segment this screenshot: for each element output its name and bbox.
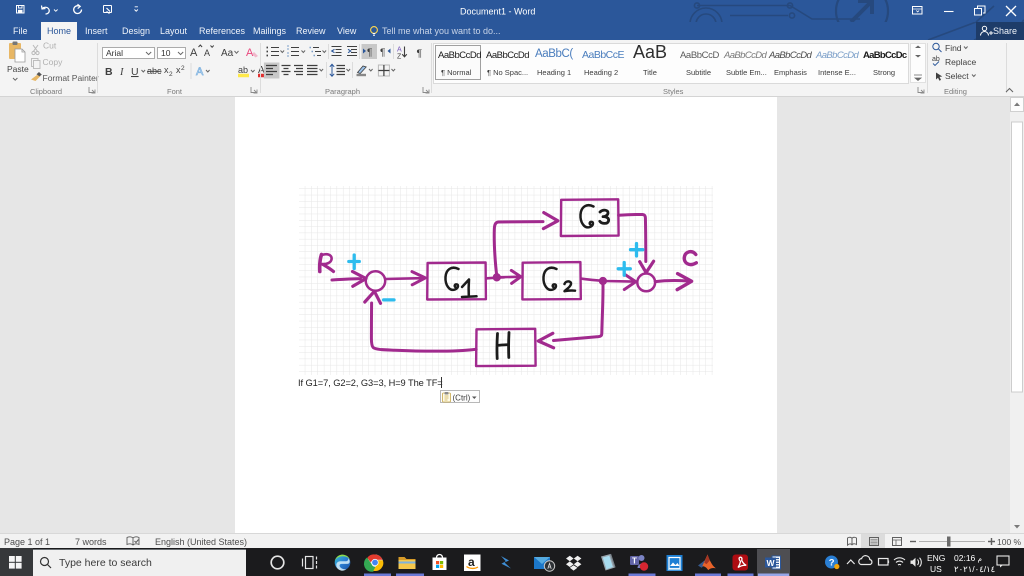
svg-text:02:16 م: 02:16 م [954, 553, 982, 563]
svg-text:¶: ¶ [417, 48, 423, 60]
svg-text:a: a [468, 555, 475, 569]
svg-text:Aa: Aa [221, 48, 234, 59]
svg-text:?: ? [829, 558, 835, 569]
svg-text:U: U [131, 66, 139, 78]
svg-text:٢٠٢١/٠٤/١٤: ٢٠٢١/٠٤/١٤ [954, 564, 996, 574]
svg-text:A: A [196, 66, 204, 78]
svg-text:Document1 - Word: Document1 - Word [460, 7, 535, 17]
svg-text:¶: ¶ [380, 48, 385, 59]
svg-text:A: A [204, 48, 210, 58]
svg-text:Copy: Copy [43, 57, 64, 67]
svg-text:Z: Z [397, 54, 402, 61]
svg-text:Paste: Paste [7, 64, 29, 74]
svg-text:ab: ab [238, 65, 248, 75]
svg-text:T: T [632, 557, 637, 566]
svg-text:I: I [119, 67, 124, 78]
svg-text:100 %: 100 % [997, 537, 1022, 547]
svg-text:Find: Find [945, 43, 962, 53]
svg-text:abc: abc [147, 66, 162, 76]
svg-text:ENG: ENG [927, 553, 945, 563]
svg-text:A: A [190, 47, 198, 59]
svg-text:A: A [397, 47, 402, 54]
svg-text:Select: Select [945, 71, 969, 81]
svg-text:W: W [767, 558, 776, 568]
svg-text:Cut: Cut [43, 41, 57, 51]
svg-text:2: 2 [169, 71, 173, 78]
svg-text:¶: ¶ [367, 48, 372, 59]
svg-text:Format Painter: Format Painter [43, 73, 99, 83]
svg-text:A: A [246, 47, 254, 59]
svg-text:2: 2 [181, 65, 185, 72]
svg-text:B: B [105, 66, 113, 78]
svg-text:(Ctrl): (Ctrl) [453, 393, 471, 402]
svg-text:Replace: Replace [945, 57, 976, 67]
svg-text:US: US [930, 564, 942, 574]
